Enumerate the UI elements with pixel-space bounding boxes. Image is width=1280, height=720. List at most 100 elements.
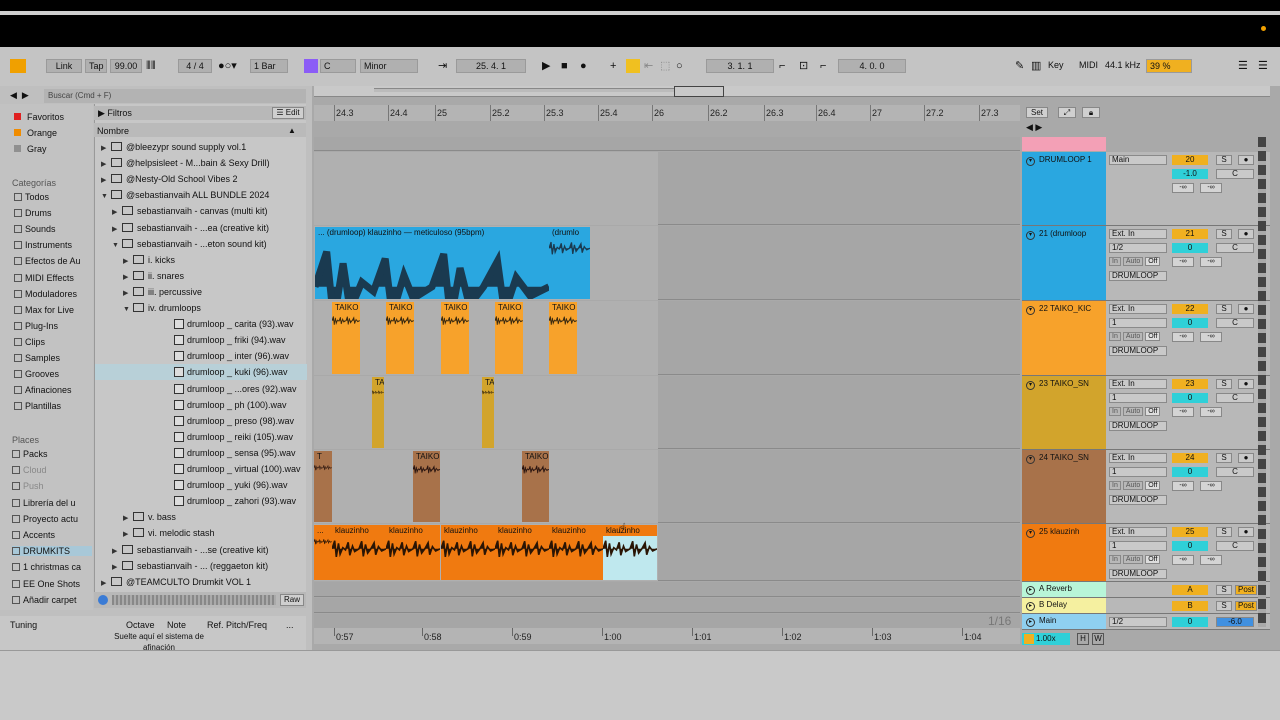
zoom-icon[interactable] xyxy=(1024,634,1034,644)
audio-clip[interactable]: klauzinho xyxy=(332,525,386,580)
collapsed-icon[interactable]: ▶ xyxy=(112,222,122,236)
track-activator[interactable]: 20 xyxy=(1172,155,1208,165)
post-button[interactable]: Post xyxy=(1235,585,1257,595)
return-track[interactable]: ▸ B Delay B S Post xyxy=(1022,598,1270,614)
scale-select[interactable]: Minor xyxy=(360,59,418,73)
fold-track-icon[interactable]: ▾ xyxy=(1026,381,1035,390)
category-item[interactable]: Grooves xyxy=(14,369,59,379)
monitor-auto-button[interactable]: Auto xyxy=(1122,555,1144,564)
fold-track-icon[interactable]: ▾ xyxy=(1026,455,1035,464)
audio-clip[interactable]: klauzinho xyxy=(603,525,657,580)
collapsed-icon[interactable]: ▶ xyxy=(112,560,122,574)
arm-button[interactable]: ● xyxy=(1238,527,1254,537)
solo-button[interactable]: S xyxy=(1216,304,1232,314)
stop-icon[interactable]: ■ xyxy=(561,59,568,73)
file-item[interactable]: drumloop _ reiki (105).wav xyxy=(95,429,307,445)
volume-field[interactable]: -1.0 xyxy=(1172,169,1208,179)
monitor-off-button[interactable]: Off xyxy=(1145,332,1161,341)
track-activator[interactable]: 22 xyxy=(1172,304,1208,314)
place-item[interactable]: Accents xyxy=(12,530,92,540)
monitor-off-button[interactable]: Off xyxy=(1145,555,1161,564)
audio-clip[interactable]: ... (drumloop) klauzinho — meticuloso (9… xyxy=(315,227,549,299)
collapsed-icon[interactable]: ▶ xyxy=(112,544,122,558)
link-button[interactable]: Link xyxy=(46,59,82,73)
track-name[interactable]: ▾ 25 klauzinh xyxy=(1022,524,1106,581)
category-item[interactable]: MIDI Effects xyxy=(14,273,74,283)
place-item[interactable]: DRUMKITS xyxy=(12,546,92,557)
audio-clip[interactable]: TAIKO xyxy=(386,302,414,374)
place-item[interactable]: Cloud xyxy=(12,465,92,475)
collection-gray[interactable]: Gray xyxy=(14,144,47,154)
category-item[interactable]: Afinaciones xyxy=(14,385,72,395)
input-type-select[interactable]: Ext. In xyxy=(1109,304,1167,314)
category-item[interactable]: Efectos de Au xyxy=(14,256,81,266)
output-select[interactable]: DRUMLOOP xyxy=(1109,346,1167,356)
preview-icon[interactable] xyxy=(98,595,108,605)
w-toggle[interactable]: W xyxy=(1092,633,1104,645)
pan-field[interactable]: C xyxy=(1216,169,1254,179)
input-type-select[interactable]: Ext. In xyxy=(1109,379,1167,389)
follow-icon[interactable]: ⇥ xyxy=(438,59,447,73)
audio-clip[interactable]: ... xyxy=(314,525,332,580)
expanded-icon[interactable]: ▼ xyxy=(123,302,133,316)
arm-button[interactable]: ● xyxy=(1238,379,1254,389)
folder-item[interactable]: ▼ sebastianvaih - ...eton sound kit) xyxy=(95,236,307,252)
solo-button[interactable]: S xyxy=(1216,453,1232,463)
monitor-in-button[interactable]: In xyxy=(1109,332,1121,341)
h-toggle[interactable]: H xyxy=(1077,633,1089,645)
metronome-toggle-icon[interactable]: ●○▾ xyxy=(218,59,237,73)
return-track[interactable]: ▸ A Reverb A S Post xyxy=(1022,582,1270,598)
file-item[interactable]: drumloop _ yuki (96).wav xyxy=(95,477,307,493)
file-item[interactable]: drumloop _ virtual (100).wav xyxy=(95,461,307,477)
fold-track-icon[interactable]: ▾ xyxy=(1026,529,1035,538)
folder-item[interactable]: ▶ @helpsisleet - M...bain & Sexy Drill) xyxy=(95,155,307,171)
place-item[interactable]: Añadir carpet xyxy=(12,595,92,605)
preview-waveform[interactable] xyxy=(112,595,276,605)
edit-button[interactable]: ☰ Edit xyxy=(272,107,304,119)
key-select[interactable]: C xyxy=(320,59,356,73)
collapsed-icon[interactable]: ▶ xyxy=(101,173,111,187)
folder-item[interactable]: ▶ v. bass xyxy=(95,509,307,525)
solo-button[interactable]: S xyxy=(1216,379,1232,389)
filters-toggle[interactable]: ▶ Filtros xyxy=(98,108,132,119)
arm-button[interactable]: ● xyxy=(1238,453,1254,463)
category-item[interactable]: Instruments xyxy=(14,240,72,250)
back-to-arrangement-icon[interactable]: ⇤ xyxy=(644,59,653,73)
locator-nav-icons[interactable]: ◀ ▶ xyxy=(1026,122,1042,133)
track-name[interactable]: ▾ 24 TAIKO_SN xyxy=(1022,450,1106,523)
track-header[interactable]: ▾ 25 klauzinh Ext. In 1 In Auto Off DRUMLOOP 25 S… xyxy=(1022,524,1270,582)
loop-start-field[interactable]: 3. 1. 1 xyxy=(706,59,774,73)
input-channel-select[interactable]: 1 xyxy=(1109,393,1167,403)
collapsed-icon[interactable]: ▶ xyxy=(101,157,111,171)
monitor-in-button[interactable]: In xyxy=(1109,257,1121,266)
track-name[interactable]: ▾ 21 (drumloop xyxy=(1022,226,1106,300)
audio-clip[interactable]: klauzinho xyxy=(495,525,549,580)
name-column-header[interactable]: Nombre xyxy=(97,126,129,136)
return-activator[interactable]: B xyxy=(1172,601,1208,611)
collapsed-icon[interactable]: ▶ xyxy=(123,270,133,284)
input-channel-select[interactable]: 1 xyxy=(1109,541,1167,551)
monitor-in-button[interactable]: In xyxy=(1109,555,1121,564)
place-item[interactable]: Push xyxy=(12,481,92,491)
track-activator[interactable]: 25 xyxy=(1172,527,1208,537)
file-item[interactable]: drumloop _ zahori (93).wav xyxy=(95,493,307,509)
monitor-auto-button[interactable]: Auto xyxy=(1122,257,1144,266)
arm-button[interactable]: ● xyxy=(1238,155,1254,165)
volume-field[interactable]: 0 xyxy=(1172,467,1208,477)
fold-track-icon[interactable]: ▾ xyxy=(1026,306,1035,315)
category-item[interactable]: Moduladores xyxy=(14,289,77,299)
category-item[interactable]: Clips xyxy=(14,337,45,347)
browser-nav-arrows[interactable]: ◀ ▶ xyxy=(10,90,29,101)
file-item[interactable]: drumloop _ ph (100).wav xyxy=(95,397,307,413)
overview-viewport[interactable] xyxy=(674,86,724,97)
volume-field[interactable]: 0 xyxy=(1172,318,1208,328)
capture-icon[interactable]: ⬚ xyxy=(660,59,670,73)
track-header[interactable]: ▾ 23 TAIKO_SN Ext. In 1 In Auto Off DRUMLOOP 23 S… xyxy=(1022,376,1270,450)
folder-item[interactable]: ▶ iii. percussive xyxy=(95,284,307,300)
folder-item[interactable]: ▶ @Nesty-Old School Vibes 2 xyxy=(95,171,307,187)
grid-size[interactable]: 1/16 xyxy=(988,614,1011,628)
audio-clip[interactable]: (drumlo xyxy=(549,227,590,299)
category-item[interactable]: Plug-Ins xyxy=(14,321,58,331)
monitor-off-button[interactable]: Off xyxy=(1145,481,1161,490)
input-type-select[interactable]: Ext. In xyxy=(1109,229,1167,239)
